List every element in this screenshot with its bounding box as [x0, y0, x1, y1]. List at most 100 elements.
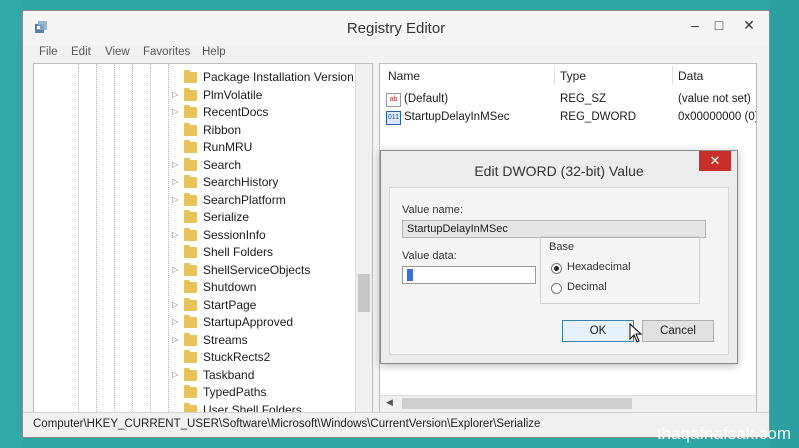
tree-node-label: StuckRects2	[203, 350, 271, 364]
folder-icon	[184, 227, 197, 241]
ok-button[interactable]: OK	[562, 320, 634, 342]
expand-arrow-icon[interactable]: ▷	[172, 230, 178, 239]
close-button[interactable]: ✕	[733, 15, 765, 35]
tree-scrollbar[interactable]	[355, 64, 372, 412]
value-data-input[interactable]: 0	[402, 266, 536, 284]
tree-node[interactable]: ▷ Streams	[172, 332, 362, 350]
tree-node-label: StartupApproved	[203, 315, 294, 329]
hexadecimal-label[interactable]: Hexadecimal	[567, 261, 631, 273]
folder-icon	[184, 315, 197, 328]
expand-arrow-icon[interactable]: ▷	[172, 160, 178, 169]
value-data-label: Value data:	[402, 250, 457, 262]
cancel-button[interactable]: Cancel	[642, 320, 714, 342]
folder-icon	[184, 157, 197, 171]
status-bar-path: Computer\HKEY_CURRENT_USER\Software\Micr…	[33, 418, 541, 430]
decimal-radio[interactable]	[551, 283, 562, 294]
expand-arrow-icon[interactable]: ▷	[172, 335, 178, 344]
tree-node[interactable]: Ribbon	[172, 122, 362, 140]
value-name-label: Value name:	[402, 204, 463, 216]
expand-arrow-icon[interactable]: ▷	[172, 90, 178, 99]
scroll-left-arrow-icon[interactable]: ◀	[386, 397, 393, 408]
tree-node-label: SearchPlatform	[203, 192, 286, 207]
menu-view[interactable]: View	[105, 46, 130, 58]
column-header-data[interactable]: Data	[678, 69, 703, 83]
tree-node-label: StartPage	[203, 297, 257, 312]
tree-node[interactable]: ▷ SearchPlatform	[172, 192, 362, 210]
expand-arrow-icon[interactable]: ▷	[172, 370, 178, 379]
hexadecimal-radio[interactable]	[551, 263, 562, 274]
folder-icon	[184, 122, 197, 136]
value-type: REG_DWORD	[560, 111, 637, 123]
tree-node[interactable]: ▷ RecentDocs	[172, 104, 362, 122]
expand-arrow-icon[interactable]: ▷	[172, 177, 178, 186]
tree-node-label: Streams	[203, 332, 248, 347]
tree-node[interactable]: RunMRU	[172, 139, 362, 157]
dialog-body: Value name: StartupDelayInMSec Value dat…	[389, 187, 729, 355]
folder-icon	[184, 210, 197, 223]
dialog-title: Edit DWORD (32-bit) Value	[474, 163, 644, 179]
mouse-pointer-icon	[629, 323, 643, 343]
tree-node[interactable]: ▷ Taskband	[172, 367, 362, 385]
text-caret	[407, 269, 413, 282]
folder-icon	[184, 367, 197, 381]
tree-guide-line	[96, 64, 97, 412]
tree-node-label: ShellServiceObjects	[203, 262, 311, 277]
folder-icon	[184, 332, 197, 346]
tree-node-label: Serialize	[203, 210, 250, 224]
maximize-button[interactable]: □	[707, 15, 731, 35]
column-divider[interactable]	[672, 66, 673, 84]
expand-arrow-icon[interactable]: ▷	[172, 195, 178, 204]
tree-node[interactable]: ▷ StartupApproved	[172, 314, 362, 332]
registry-key-tree[interactable]: Package Installation Version ▷ PlmVolatile…	[33, 63, 373, 413]
folder-icon	[184, 70, 197, 83]
value-row[interactable]: 011 StartupDelayInMSec REG_DWORD 0x00000…	[380, 109, 756, 127]
menu-help[interactable]: Help	[202, 46, 226, 58]
menu-edit[interactable]: Edit	[71, 46, 91, 58]
expand-arrow-icon[interactable]: ▷	[172, 265, 178, 274]
expand-arrow-icon[interactable]: ▷	[172, 317, 178, 326]
menu-favorites[interactable]: Favorites	[143, 46, 190, 58]
tree-node[interactable]: StuckRects2	[172, 349, 362, 367]
column-header-type[interactable]: Type	[560, 69, 586, 83]
menu-file[interactable]: File	[39, 46, 58, 58]
tree-node[interactable]: Serialize	[172, 209, 362, 227]
values-horizontal-scrollbar[interactable]: ◀	[380, 395, 756, 412]
expand-arrow-icon[interactable]: ▷	[172, 300, 178, 309]
tree-node-label: Search	[203, 157, 242, 172]
tree-node-label: SessionInfo	[203, 227, 266, 242]
tree-node[interactable]: ▷ Search	[172, 157, 362, 175]
tree-node[interactable]: Shell Folders	[172, 244, 362, 262]
folder-icon	[184, 297, 197, 311]
title-bar: Registry Editor – □ ✕	[23, 11, 769, 45]
horizontal-scrollbar-thumb[interactable]	[402, 398, 632, 409]
tree-node-label: Package Installation Version	[203, 70, 354, 84]
folder-icon	[184, 87, 197, 101]
folder-icon	[184, 105, 197, 118]
column-header-name[interactable]: Name	[388, 69, 420, 83]
tree-node-label: PlmVolatile	[203, 87, 263, 102]
tree-guide-line	[114, 64, 115, 412]
minimize-button[interactable]: –	[683, 15, 707, 35]
tree-guide-line	[168, 64, 169, 412]
tree-node[interactable]: ▷ StartPage	[172, 297, 362, 315]
tree-node[interactable]: ▷ SessionInfo	[172, 227, 362, 245]
folder-icon	[184, 192, 197, 206]
tree-node[interactable]: Package Installation Version	[172, 69, 362, 87]
tree-node[interactable]: ▷ ShellServiceObjects	[172, 262, 362, 280]
watermark-text: thaqafnafsak.com	[656, 424, 791, 443]
dialog-close-button[interactable]: ✕	[699, 151, 731, 171]
expand-arrow-icon[interactable]: ▷	[172, 107, 178, 116]
tree-node-label: Ribbon	[203, 122, 242, 137]
value-row[interactable]: ab (Default) REG_SZ (value not set)	[380, 91, 756, 109]
window-title: Registry Editor	[346, 20, 446, 37]
menu-bar: File Edit View Favorites Help	[23, 45, 769, 63]
tree-scrollbar-thumb[interactable]	[358, 274, 370, 312]
tree-node[interactable]: ▷ PlmVolatile	[172, 87, 362, 105]
tree-node[interactable]: Shutdown	[172, 279, 362, 297]
decimal-label[interactable]: Decimal	[567, 281, 607, 293]
tree-node[interactable]: ▷ SearchHistory	[172, 174, 362, 192]
folder-icon	[184, 140, 197, 153]
tree-node[interactable]: TypedPaths	[172, 384, 362, 402]
value-name: StartupDelayInMSec	[404, 111, 510, 123]
column-divider[interactable]	[554, 66, 555, 84]
